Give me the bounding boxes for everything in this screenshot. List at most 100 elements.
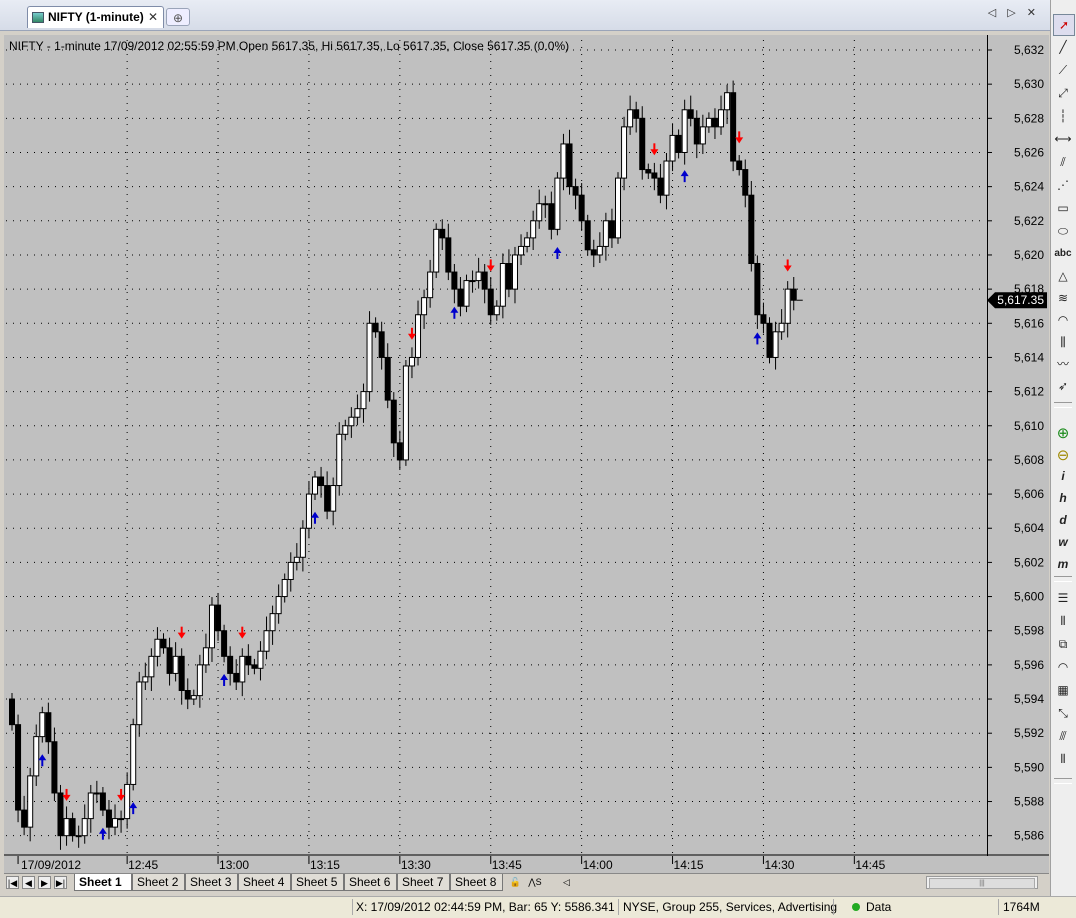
candle-body	[748, 194, 755, 264]
fib-timezones-icon[interactable]: ⤡	[1053, 703, 1073, 723]
interval-d-icon[interactable]: d	[1053, 510, 1073, 530]
zoom-in-icon[interactable]: ⊕	[1053, 424, 1073, 444]
fib-arcs-icon[interactable]: ◠	[1053, 657, 1073, 677]
candle-body	[590, 249, 597, 256]
candle-body	[269, 613, 276, 632]
time-tick-label: 13:30	[401, 858, 431, 872]
tab-sheet-2[interactable]: Sheet 2	[132, 874, 185, 891]
time-tick-label: 14:30	[764, 858, 794, 872]
parallel-stack-icon[interactable]: ☰	[1053, 588, 1073, 608]
tab-sheet-6[interactable]: Sheet 6	[344, 874, 397, 891]
price-tick-label: 5,590	[1014, 760, 1044, 774]
interval-i-icon[interactable]: i	[1053, 466, 1073, 486]
candle-body	[360, 391, 367, 410]
candle-body	[730, 92, 737, 162]
candle-body	[427, 271, 434, 299]
candle-body	[124, 783, 131, 820]
gann-icon[interactable]: ⧉	[1053, 634, 1073, 654]
horizontal-scrollbar[interactable]: |||	[926, 876, 1038, 889]
cycle-lines-icon[interactable]: ⫼	[1053, 332, 1073, 352]
candle-body	[505, 263, 512, 290]
extended-line-icon[interactable]: ⤢	[1053, 83, 1073, 103]
price-tick-label: 5,612	[1014, 385, 1044, 399]
candle-body	[766, 322, 773, 358]
tab-sheet-8[interactable]: Sheet 8	[450, 874, 503, 891]
prev-sheet-button[interactable]: ◀	[22, 876, 35, 889]
polyline-icon[interactable]: 〰	[1053, 354, 1073, 374]
candle-body	[669, 134, 676, 162]
tab-sheet-1[interactable]: Sheet 1	[74, 874, 132, 891]
candle-body	[118, 818, 125, 821]
triangle-icon[interactable]: △	[1053, 266, 1073, 286]
interval-h-icon[interactable]: h	[1053, 488, 1073, 508]
fib-retracement-icon[interactable]: ⦀	[1053, 611, 1073, 631]
candle-body	[396, 442, 403, 461]
first-sheet-button[interactable]: |◀	[6, 876, 19, 889]
line-icon[interactable]: ╱	[1053, 37, 1073, 57]
vertical-line-icon[interactable]: ┆	[1053, 106, 1073, 126]
drawing-toolbar: ➚ ╱ ⟋ ⤢ ┆ ⟷ ⫽ ⋰ ▭ ⬭ abc △ ≋ ◠ ⫼ 〰 ➶ ⊕ ⊖ i h d w m ☰ ⦀ ⧉ ◠ ▦ ⤡ ⫻ ⫴	[1050, 0, 1076, 917]
cursor-icon[interactable]: ➚	[1053, 14, 1075, 36]
candle-body	[257, 650, 264, 669]
candle-body	[233, 672, 240, 683]
interval-w-icon[interactable]: w	[1053, 532, 1073, 552]
tab-sheet-4[interactable]: Sheet 4	[238, 874, 291, 891]
candle-body	[27, 775, 34, 828]
interval-m-icon[interactable]: m	[1053, 554, 1073, 574]
sync-scroll-icon[interactable]: ⋀S	[525, 876, 545, 889]
price-tick-label: 5,602	[1014, 555, 1044, 569]
price-tick-label: 5,592	[1014, 726, 1044, 740]
rectangle-icon[interactable]: ▭	[1053, 198, 1073, 218]
scrollbar-thumb[interactable]: |||	[929, 878, 1035, 889]
grid-icon[interactable]: ▦	[1053, 680, 1073, 700]
candle-body	[687, 109, 694, 119]
candle-body	[463, 280, 470, 307]
buy-signal-arrow	[553, 247, 562, 260]
symbol-info: NYSE, Group 255, Services, Advertising	[623, 900, 838, 914]
data-status[interactable]: Data	[852, 900, 891, 914]
candle-body	[596, 245, 603, 256]
candle-body	[172, 655, 179, 674]
lock-icon[interactable]: 🔓	[509, 876, 522, 889]
candle-body	[481, 271, 488, 290]
text-icon[interactable]: abc	[1053, 244, 1073, 264]
tab-sheet-7[interactable]: Sheet 7	[397, 874, 450, 891]
price-tick-label: 5,600	[1014, 590, 1044, 604]
zigzag-icon[interactable]: ≋	[1053, 288, 1073, 308]
fibonacci-fan-icon[interactable]: ⋰	[1053, 175, 1073, 195]
candle-body	[415, 314, 422, 358]
parallel-lines-icon[interactable]: ⫽	[1053, 152, 1073, 172]
candle-body	[499, 263, 506, 307]
arrow-icon[interactable]: ➶	[1053, 376, 1073, 396]
next-sheet-button[interactable]: ▶	[38, 876, 51, 889]
zoom-out-icon[interactable]: ⊖	[1053, 446, 1073, 466]
cycle-icon[interactable]: ⫴	[1053, 749, 1073, 769]
candle-body	[548, 203, 555, 230]
ellipse-icon[interactable]: ⬭	[1053, 221, 1073, 241]
candle-body	[196, 664, 203, 697]
horizontal-line-icon[interactable]: ⟷	[1053, 129, 1073, 149]
candle-body	[518, 245, 525, 256]
candle-body	[736, 160, 743, 171]
tab-sheet-5[interactable]: Sheet 5	[291, 874, 344, 891]
candle-body	[160, 638, 167, 649]
candle-body	[378, 331, 385, 358]
candle-body	[633, 109, 640, 119]
tab-sheet-3[interactable]: Sheet 3	[185, 874, 238, 891]
ray-icon[interactable]: ⟋	[1053, 60, 1073, 80]
candlestick-chart: 5,586 5,588 5,590 5,592 5,594 5,596 5,598 5,600…	[4, 40, 1049, 873]
candle-body	[657, 177, 664, 196]
arc-icon[interactable]: ◠	[1053, 310, 1073, 330]
candle-body	[421, 297, 428, 316]
buy-signal-arrow	[753, 332, 762, 345]
candle-body	[675, 134, 682, 153]
scroll-left-icon[interactable]: ◁	[560, 876, 573, 889]
candle-body	[312, 476, 318, 495]
sell-signal-arrow	[486, 259, 495, 272]
last-sheet-button[interactable]: ▶|	[54, 876, 67, 889]
pitchfork-icon[interactable]: ⫻	[1053, 726, 1073, 746]
price-tick-label: 5,606	[1014, 487, 1044, 501]
candle-body	[718, 109, 725, 128]
time-tick-label: 17/09/2012	[21, 858, 81, 872]
candle-body	[69, 818, 76, 837]
